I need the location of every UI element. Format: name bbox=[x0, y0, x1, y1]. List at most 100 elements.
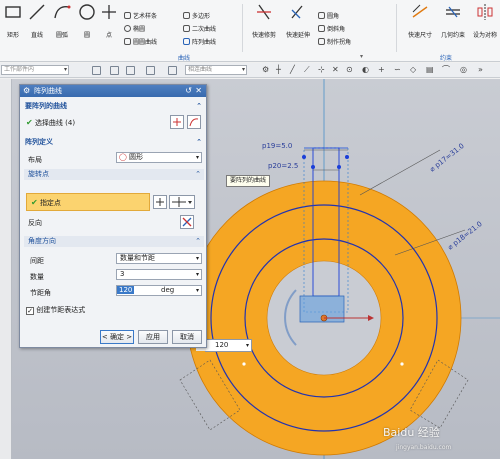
reset-icon[interactable]: ↺ bbox=[185, 85, 192, 97]
existing-point-snap-icon[interactable]: + bbox=[378, 65, 385, 75]
group-label-constraint: 约束 bbox=[440, 55, 453, 62]
pitch-angle-input[interactable]: 120 deg ▾ bbox=[116, 285, 202, 296]
ellipse-button[interactable]: 椭圆 bbox=[124, 25, 145, 35]
pattern-curve-icon bbox=[183, 38, 190, 45]
point-dialog-button[interactable] bbox=[153, 195, 167, 209]
count-input[interactable]: 3 ▾ bbox=[116, 269, 202, 280]
geometric-constraint-button[interactable]: 几何约束 bbox=[438, 2, 468, 39]
layout-dropdown[interactable]: ◯ 圆形 ▾ bbox=[116, 152, 202, 163]
instance-point bbox=[400, 362, 404, 366]
plus-icon bbox=[173, 118, 181, 126]
slot-vertex[interactable] bbox=[345, 155, 349, 159]
create-expression-checkbox-row[interactable]: ✓ 创建节距表达式 bbox=[26, 305, 85, 315]
cancel-button[interactable]: 取消 bbox=[172, 330, 202, 344]
rapid-dimension-button[interactable]: 快速尺寸 bbox=[405, 2, 435, 39]
select-all-icon[interactable] bbox=[126, 66, 135, 75]
rectangle-icon bbox=[5, 6, 21, 18]
filter-scope-dropdown[interactable]: 工作部件内 ▾ bbox=[1, 65, 69, 75]
chevron-up-icon[interactable]: ⌃ bbox=[195, 169, 201, 180]
line-icon bbox=[29, 4, 45, 20]
gear-icon[interactable]: ⚙ bbox=[23, 85, 30, 97]
filter-icon[interactable] bbox=[110, 66, 119, 75]
point-icon bbox=[102, 5, 116, 19]
ok-button[interactable]: < 确定 > bbox=[100, 330, 134, 344]
tangent-snap-icon[interactable]: ⌒ bbox=[442, 65, 450, 75]
line-button[interactable]: 直线 bbox=[26, 2, 48, 39]
circle-button[interactable]: 圆 bbox=[76, 2, 98, 39]
specify-point-row[interactable]: ✔ 指定点 bbox=[26, 193, 150, 211]
dim-p18-text[interactable]: ⌀ p18=21.0 bbox=[446, 220, 483, 252]
slot-vertex[interactable] bbox=[302, 155, 306, 159]
close-icon[interactable]: ✕ bbox=[195, 85, 202, 97]
dim-p20-text[interactable]: p20=2.5 bbox=[268, 162, 298, 170]
endpoint-snap-icon[interactable]: ╱ bbox=[290, 65, 295, 75]
chevron-down-icon[interactable]: ▾ bbox=[246, 340, 249, 351]
pitch-angle-value[interactable]: 120 bbox=[117, 286, 135, 294]
pitch-angle-unit[interactable]: deg bbox=[161, 286, 174, 295]
curve-rule-button[interactable] bbox=[187, 115, 201, 129]
polygon-icon bbox=[183, 12, 190, 19]
point-snap-icon[interactable]: ┼ bbox=[276, 65, 281, 75]
dialog-titlebar[interactable]: ⚙ 阵列曲线 ↺ ✕ bbox=[20, 85, 206, 97]
make-symmetric-button[interactable]: 设为对称 bbox=[470, 2, 500, 39]
curve-point-snap-icon[interactable]: ∽ bbox=[394, 65, 401, 75]
curve-rule-dropdown[interactable]: 相连曲线 ▾ bbox=[185, 65, 247, 75]
add-curve-button[interactable] bbox=[170, 115, 184, 129]
chevron-down-icon[interactable]: ▾ bbox=[196, 286, 199, 295]
cube-icon[interactable] bbox=[168, 66, 177, 75]
make-corner-button[interactable]: 制作拐角 bbox=[318, 38, 351, 48]
chamfer-button[interactable]: 倒斜角 bbox=[318, 25, 345, 35]
slot-vertex[interactable] bbox=[337, 165, 341, 169]
spacing-dropdown[interactable]: 数量和节距 ▾ bbox=[116, 253, 202, 264]
quadratic-curve-icon bbox=[183, 25, 190, 32]
studio-spline-button[interactable]: 艺术样条 bbox=[124, 12, 157, 22]
point-button[interactable]: 点 bbox=[98, 2, 120, 39]
pattern-curve-button[interactable]: 阵列曲线 bbox=[183, 38, 216, 48]
more-snap-icon[interactable]: » bbox=[478, 65, 483, 75]
layout-label: 布局 bbox=[28, 156, 42, 164]
section-header-pattern-definition[interactable]: 阵列定义 ⌃ bbox=[21, 137, 205, 148]
center-snap-icon[interactable]: ⊙ bbox=[346, 65, 353, 75]
pole-snap-icon[interactable]: ◎ bbox=[460, 65, 467, 75]
chevron-up-icon[interactable]: ⌃ bbox=[196, 101, 202, 112]
chevron-up-icon[interactable]: ⌃ bbox=[196, 137, 202, 148]
onscreen-angle-input[interactable]: 角 120 ▾ bbox=[196, 339, 252, 352]
face-point-snap-icon[interactable]: ◇ bbox=[410, 65, 416, 75]
quadratic-curve-button[interactable]: 二次曲线 bbox=[183, 25, 216, 35]
apply-button[interactable]: 应用 bbox=[138, 330, 168, 344]
quick-trim-button[interactable]: 快速修剪 bbox=[249, 2, 279, 39]
ribbon-expand-icon[interactable]: ▾ bbox=[360, 53, 363, 60]
chevron-up-icon[interactable]: ⌃ bbox=[195, 236, 201, 247]
section-header-rotation-point[interactable]: 旋转点 ⌃ bbox=[24, 169, 204, 180]
instance-point bbox=[242, 362, 246, 366]
reverse-direction-button[interactable] bbox=[180, 215, 194, 229]
create-expression-checkbox[interactable]: ✓ bbox=[26, 307, 34, 315]
conic-curve-button[interactable]: 圆圆曲线 bbox=[124, 38, 157, 48]
control-point-snap-icon[interactable]: ⊹ bbox=[318, 65, 325, 75]
quadrant-snap-icon[interactable]: ◐ bbox=[362, 65, 369, 75]
pattern-curve-dialog: ⚙ 阵列曲线 ↺ ✕ 要阵列的曲线 ⌃ ✔ 选择曲线 (4) 阵列定义 ⌃ 布局 ◯… bbox=[19, 84, 207, 348]
slot-vertex[interactable] bbox=[311, 165, 315, 169]
gear-icon[interactable]: ⚙ bbox=[262, 65, 269, 75]
select-curves-row[interactable]: ✔ 选择曲线 (4) bbox=[26, 118, 75, 128]
dimension-icon bbox=[412, 4, 428, 18]
quick-extend-button[interactable]: 快速延伸 bbox=[283, 2, 313, 39]
bounded-grid-snap-icon[interactable]: ▤ bbox=[426, 65, 434, 75]
deselect-icon[interactable] bbox=[146, 66, 155, 75]
intersection-snap-icon[interactable]: ✕ bbox=[332, 65, 339, 75]
midpoint-snap-icon[interactable]: ⟋ bbox=[304, 65, 310, 75]
conic-icon bbox=[124, 38, 131, 45]
chevron-down-icon[interactable]: ▾ bbox=[196, 270, 199, 279]
arc-button[interactable]: 圆弧 bbox=[51, 2, 73, 39]
section-header-curves[interactable]: 要阵列的曲线 ⌃ bbox=[21, 101, 205, 112]
dim-p17-text[interactable]: ⌀ p17=31.0 bbox=[428, 142, 465, 174]
inferred-point-dropdown[interactable] bbox=[169, 195, 195, 209]
polygon-button[interactable]: 多边形 bbox=[183, 12, 210, 22]
dim-p19-text[interactable]: p19=5.0 bbox=[262, 142, 292, 150]
section-header-angular-direction[interactable]: 角度方向 ⌃ bbox=[24, 236, 204, 247]
fillet-button[interactable]: 圆角 bbox=[318, 12, 339, 22]
rectangle-button[interactable]: 矩形 bbox=[2, 2, 24, 39]
snap-icon[interactable] bbox=[92, 66, 101, 75]
angle-input-value[interactable]: 120 bbox=[215, 340, 228, 351]
ribbon-divider bbox=[396, 4, 397, 52]
